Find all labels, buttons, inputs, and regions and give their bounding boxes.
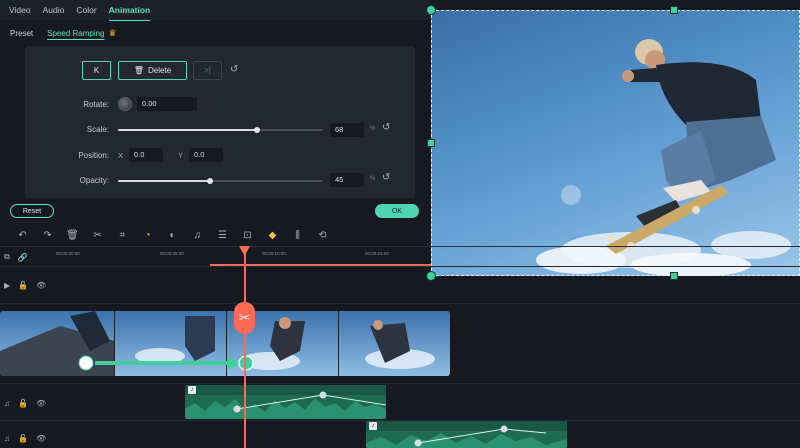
lock-icon[interactable]: 🔓 (18, 281, 28, 290)
property-tabs: Video Audio Color Animation (0, 0, 430, 21)
rotate-dial[interactable] (118, 97, 132, 111)
ok-button[interactable]: OK (375, 204, 419, 218)
position-y-input[interactable]: 0.0 (189, 148, 223, 162)
track-header-audio2: ♫ 🔓 👁 (0, 431, 54, 445)
waveform (366, 425, 567, 448)
timeline-tools: ⧉ 🔗 (0, 250, 54, 264)
speed-icon[interactable]: ◔ (135, 224, 160, 246)
video-track-icon: ▶ (4, 280, 11, 290)
tab-video[interactable]: Video (9, 5, 31, 15)
scale-reset-icon[interactable]: ↺ (382, 122, 390, 133)
split-scissors-icon[interactable]: ✂ (234, 302, 255, 334)
audio-clip-1[interactable]: ♪ (185, 385, 386, 419)
waveform (185, 391, 386, 419)
resize-handle-left[interactable] (427, 139, 435, 147)
reset-button[interactable]: Reset (10, 204, 54, 218)
stabilize-icon[interactable]: ⊡ (235, 224, 260, 246)
undo-icon[interactable]: ↶ (10, 224, 35, 246)
scale-slider-fill (118, 129, 258, 131)
prev-keyframe-button[interactable]: K (82, 61, 111, 80)
video-clip[interactable] (0, 311, 450, 376)
resize-handle-top[interactable] (670, 6, 678, 14)
crown-icon: ♛ (108, 27, 117, 38)
track-header-audio1: ♫ 🔓 👁 (0, 396, 54, 410)
position-label: Position: (78, 151, 109, 160)
subtab-preset[interactable]: Preset (10, 29, 33, 38)
split-audio-icon[interactable]: ⫼ (285, 224, 310, 246)
crop-icon[interactable]: ⌗ (110, 224, 135, 246)
track-separator (0, 303, 800, 304)
resize-handle-bottom-left[interactable] (426, 271, 436, 281)
skateboarder-image (536, 39, 791, 276)
reset-keyframe-icon[interactable]: ↺ (230, 64, 238, 75)
video-preview[interactable] (431, 10, 800, 276)
keyframe-icon[interactable]: ◆ (260, 224, 285, 246)
toolbar-divider (0, 246, 800, 247)
rotate-input[interactable]: 0.00 (137, 97, 197, 111)
position-x-input[interactable]: 0.0 (129, 148, 163, 162)
eye-icon[interactable]: 👁 (36, 434, 46, 443)
scale-unit: % (370, 126, 376, 132)
music-track-icon: ♫ (4, 433, 10, 443)
add-track-icon[interactable]: ⧉ (4, 252, 10, 262)
resize-handle-top-left[interactable] (426, 5, 436, 15)
opacity-input[interactable]: 45 (330, 173, 364, 187)
opacity-label: Opacity: (79, 176, 109, 185)
delete-icon[interactable]: 🗑 (60, 224, 85, 246)
delete-label: Delete (148, 66, 172, 75)
opacity-unit: % (370, 176, 376, 182)
tab-audio[interactable]: Audio (43, 5, 65, 15)
playhead[interactable] (244, 248, 246, 448)
video-thumbnails (0, 311, 450, 376)
track-separator (0, 383, 800, 384)
opacity-reset-icon[interactable]: ↺ (382, 172, 390, 183)
track-header-video2: ▶ 🔓 👁 (0, 278, 54, 292)
tab-animation[interactable]: Animation (108, 5, 150, 21)
next-keyframe-button[interactable]: >| (193, 61, 222, 80)
ruler-tick: 00:00:15:00 (365, 251, 389, 256)
lock-icon[interactable]: 🔓 (18, 434, 28, 443)
rotate-label: Rotate: (83, 100, 109, 109)
delete-keyframe-button[interactable]: 🗑 Delete (118, 61, 187, 80)
timeline-ruler[interactable]: 00:00:00:00 00:00:05:00 00:00:10:00 00:0… (54, 248, 800, 265)
ruler-tick: 00:00:05:00 (160, 251, 184, 256)
music-track-icon: ♫ (4, 398, 10, 408)
ruler-tick: 00:00:00:00 (56, 251, 80, 256)
audio-clip-2[interactable]: ♪ (366, 421, 567, 448)
link-icon[interactable]: 🔗 (18, 253, 28, 262)
keyframe-panel: K 🗑 Delete >| ↺ Rotate: 0.00 Scale: 68 %… (25, 46, 415, 198)
trash-icon: 🗑 (133, 66, 145, 75)
ruler-tick: 00:00:10:00 (262, 251, 286, 256)
redo-icon[interactable]: ↷ (35, 224, 60, 246)
resize-handle-bottom[interactable] (670, 272, 678, 280)
track-separator (0, 266, 800, 267)
opacity-slider-fill (118, 180, 211, 182)
eye-icon[interactable]: 👁 (36, 399, 46, 408)
subtab-speed-ramping[interactable]: Speed Ramping (47, 29, 104, 38)
opacity-slider-thumb[interactable] (207, 178, 214, 184)
more-icon[interactable]: ⟲ (310, 224, 335, 246)
cut-icon[interactable]: ✂ (85, 224, 110, 246)
scale-slider-thumb[interactable] (254, 127, 261, 133)
animation-subtabs: Preset Speed Ramping ♛ (0, 24, 430, 42)
tab-color[interactable]: Color (76, 5, 96, 15)
eye-icon[interactable]: 👁 (36, 281, 46, 290)
audio-icon[interactable]: ♫ (185, 224, 210, 246)
position-x-label: X (118, 151, 124, 160)
scale-label: Scale: (86, 125, 109, 134)
lock-icon[interactable]: 🔓 (18, 399, 28, 408)
edit-toolbar: ↶ ↷ 🗑 ✂ ⌗ ◔ ◐ ♫ ☰ ⊡ ◆ ⫼ ⟲ (0, 224, 430, 246)
position-y-label: Y (178, 151, 184, 160)
adjust-icon[interactable]: ☰ (210, 224, 235, 246)
scale-input[interactable]: 68 (330, 123, 364, 137)
color-icon[interactable]: ◐ (160, 224, 185, 246)
